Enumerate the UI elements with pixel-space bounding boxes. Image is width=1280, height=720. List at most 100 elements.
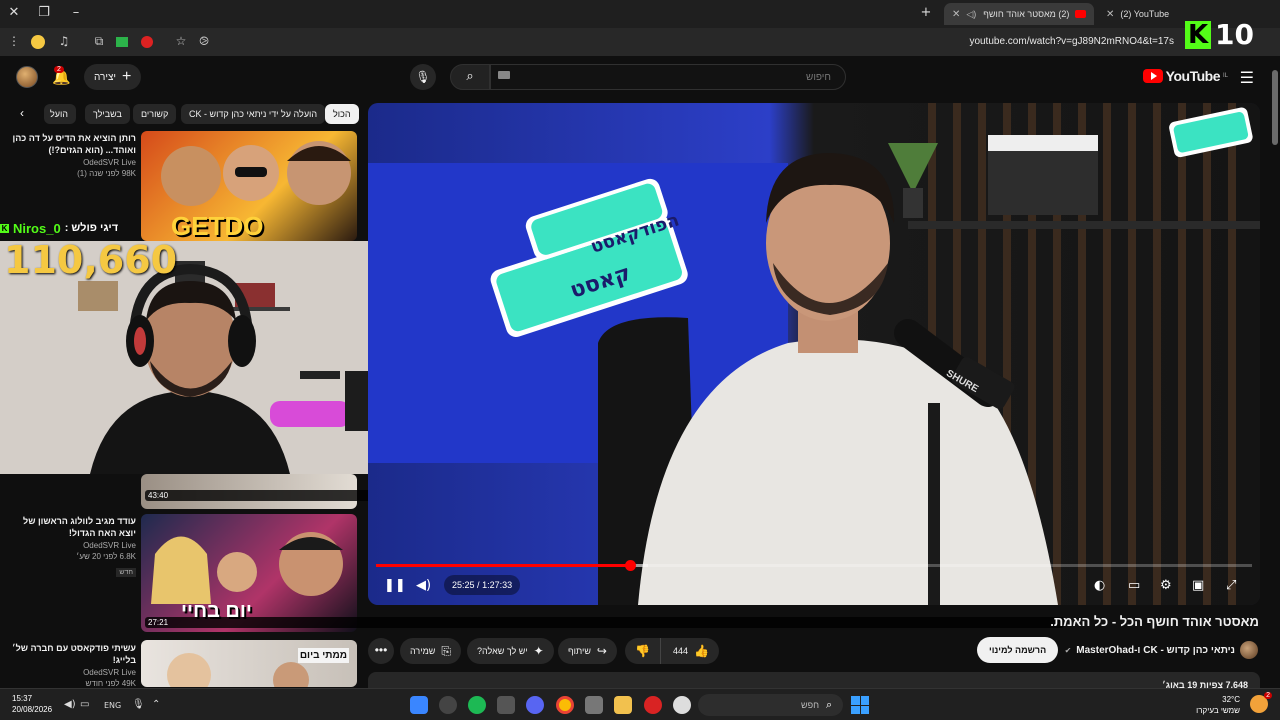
- create-button[interactable]: + יצירה: [84, 64, 142, 90]
- verified-check-icon: ✔: [1064, 645, 1072, 655]
- create-label: יצירה: [94, 71, 117, 83]
- video-thumbnail[interactable]: ממתי ביום: [141, 640, 357, 687]
- keyboard-icon[interactable]: [498, 71, 510, 79]
- discord-app-icon[interactable]: [526, 696, 544, 714]
- list-item[interactable]: רותן הוציא את הדיס על דה כהן ואוהד... (ה…: [4, 132, 137, 178]
- tray-expand-icon[interactable]: ⌃: [152, 699, 160, 710]
- played-bar: [376, 564, 631, 567]
- obs-app-icon[interactable]: [439, 696, 457, 714]
- language-indicator[interactable]: ENG: [104, 701, 121, 710]
- spotify-app-icon[interactable]: [468, 696, 486, 714]
- pause-icon[interactable]: ❚❚: [384, 578, 406, 593]
- user-avatar[interactable]: [16, 66, 38, 88]
- bookmark-star-icon[interactable]: ☆: [173, 34, 189, 48]
- extension-icon[interactable]: [141, 36, 153, 48]
- progress-bar[interactable]: [376, 560, 1252, 571]
- fullscreen-icon[interactable]: ⤢: [1226, 578, 1236, 593]
- brand-number: 10: [1215, 18, 1254, 51]
- app-icon[interactable]: [644, 696, 662, 714]
- video-player[interactable]: קאסט הפודקאסט SHURE: [368, 103, 1260, 605]
- search-bar: [490, 64, 846, 90]
- address-field[interactable]: youtube.com/watch?v=gJ89N2mRNO4&t=17s: [969, 36, 1174, 47]
- voice-search-icon[interactable]: 🎙: [410, 64, 436, 90]
- list-item[interactable]: עשיתי פודקאסט עם חברה של׳ בלייג! OdedSVR…: [4, 642, 136, 688]
- share-button[interactable]: ↪ שיתוף: [558, 638, 617, 664]
- network-icon[interactable]: ▭: [80, 699, 89, 710]
- page-scrollbar[interactable]: [1272, 60, 1278, 685]
- new-tab-button[interactable]: +: [916, 5, 936, 20]
- share-arrow-icon: ↪: [596, 644, 607, 658]
- restore-window-icon[interactable]: ❐: [34, 5, 54, 20]
- browser-tab-bar: ✕ ❐ – + ✕ ◁) (2) מאסטר אוהד חושף הכל... …: [0, 0, 1280, 28]
- chip-uploaded-by[interactable]: הועלה על ידי ניתאי כהן קדוש - CK: [181, 104, 326, 124]
- taskbar-search[interactable]: חפש: [698, 694, 843, 716]
- weather-badge: 2: [1264, 692, 1272, 699]
- tab-search-icon[interactable]: ⧁: [196, 34, 212, 49]
- ask-button[interactable]: ✦ יש לך שאלה?: [467, 638, 554, 664]
- tab-video[interactable]: ✕ ◁) (2) מאסטר אוהד חושף הכל...: [944, 3, 1094, 25]
- chip-related[interactable]: קשורים: [133, 104, 177, 124]
- weather-widget[interactable]: 32°C שמשי בעיקרו: [1196, 694, 1240, 716]
- volume-icon[interactable]: ◀): [416, 578, 431, 593]
- speaker-icon[interactable]: ◀): [64, 699, 76, 710]
- rec-channel: OdedSVR Live: [83, 158, 136, 167]
- kick-logo-icon: K: [1185, 20, 1212, 49]
- close-tab-icon[interactable]: ✕: [1106, 9, 1114, 20]
- media-icon[interactable]: ♫: [56, 34, 72, 48]
- extension-icon[interactable]: [116, 37, 128, 47]
- chip-scroll-left-icon[interactable]: ‹: [20, 106, 24, 120]
- list-item[interactable]: עודד מגיב לוולוג הראשון של יוצא האח הגדו…: [4, 515, 136, 579]
- app-icon[interactable]: [497, 696, 515, 714]
- channel-avatar[interactable]: [1240, 641, 1258, 659]
- video-thumbnail[interactable]: יום בחיי: [141, 514, 357, 632]
- minimize-window-icon[interactable]: –: [66, 5, 86, 20]
- youtube-logo[interactable]: YouTube IL: [1142, 68, 1228, 84]
- files-app-icon[interactable]: [410, 696, 428, 714]
- youtube-wordmark: YouTube: [1165, 68, 1221, 84]
- scrubber-handle[interactable]: [625, 560, 637, 571]
- profile-icon[interactable]: [31, 35, 45, 49]
- captions-icon[interactable]: ▭: [1128, 578, 1140, 593]
- app-icon[interactable]: [673, 696, 691, 714]
- settings-gear-icon[interactable]: ⚙: [1160, 578, 1172, 593]
- subscribe-button[interactable]: הרשמה למינוי: [977, 637, 1059, 663]
- ask-label: יש לך שאלה?: [477, 646, 528, 656]
- audio-icon[interactable]: ◁): [966, 9, 976, 20]
- close-tab-icon[interactable]: ✕: [952, 9, 960, 20]
- save-button[interactable]: ⎘ שמירה: [400, 638, 461, 664]
- kick-raid-label: דיגי פולש : Niros_0 K: [0, 218, 140, 238]
- search-button[interactable]: ⌕: [450, 64, 490, 90]
- chrome-app-icon[interactable]: [556, 696, 574, 714]
- video-thumbnail[interactable]: GETDO: [141, 131, 357, 241]
- extensions-icon[interactable]: ⧉: [91, 34, 107, 49]
- current-time: 25:25: [452, 580, 475, 590]
- youtube-favicon-icon: [1075, 10, 1086, 18]
- tab-youtube[interactable]: ✕ (2) YouTube: [1098, 3, 1190, 25]
- dislike-button[interactable]: 👎: [625, 638, 661, 664]
- like-button[interactable]: 444 👍: [663, 638, 719, 664]
- chip-all[interactable]: הכול: [325, 104, 359, 124]
- more-actions-button[interactable]: •••: [368, 638, 394, 664]
- scrollbar-thumb[interactable]: [1272, 70, 1278, 145]
- chip-uploaded[interactable]: הועל: [44, 104, 76, 124]
- rec-title: עודד מגיב לוולוג הראשון של יוצא האח הגדו…: [23, 516, 136, 538]
- tab-title: (2) YouTube: [1120, 9, 1170, 19]
- duration-badge: 27:21: [145, 617, 1064, 628]
- app-icon[interactable]: [585, 696, 603, 714]
- clock[interactable]: 15:37 20/08/2026: [12, 693, 52, 715]
- folder-app-icon[interactable]: [614, 696, 632, 714]
- more-menu-icon[interactable]: ⋮: [6, 34, 22, 48]
- channel-info[interactable]: ניתאי כהן קדוש - CK ו-MasterOhad ✔: [1065, 640, 1258, 660]
- region-code: IL: [1222, 73, 1228, 79]
- theater-mode-icon[interactable]: ▣: [1192, 578, 1204, 593]
- raid-label: דיגי פולש :: [64, 222, 119, 234]
- close-window-icon[interactable]: ✕: [4, 5, 24, 20]
- start-button[interactable]: [851, 696, 869, 714]
- chip-for-you[interactable]: בשבילך: [85, 104, 130, 124]
- hamburger-menu-icon[interactable]: ☰: [1240, 68, 1254, 88]
- channel-name[interactable]: ניתאי כהן קדוש - CK ו-MasterOhad: [1076, 645, 1235, 656]
- autoplay-toggle-icon[interactable]: ◐: [1094, 578, 1105, 593]
- mic-tray-icon[interactable]: 🎙: [132, 699, 145, 710]
- search-input[interactable]: [491, 65, 845, 89]
- start-tile: [860, 696, 869, 705]
